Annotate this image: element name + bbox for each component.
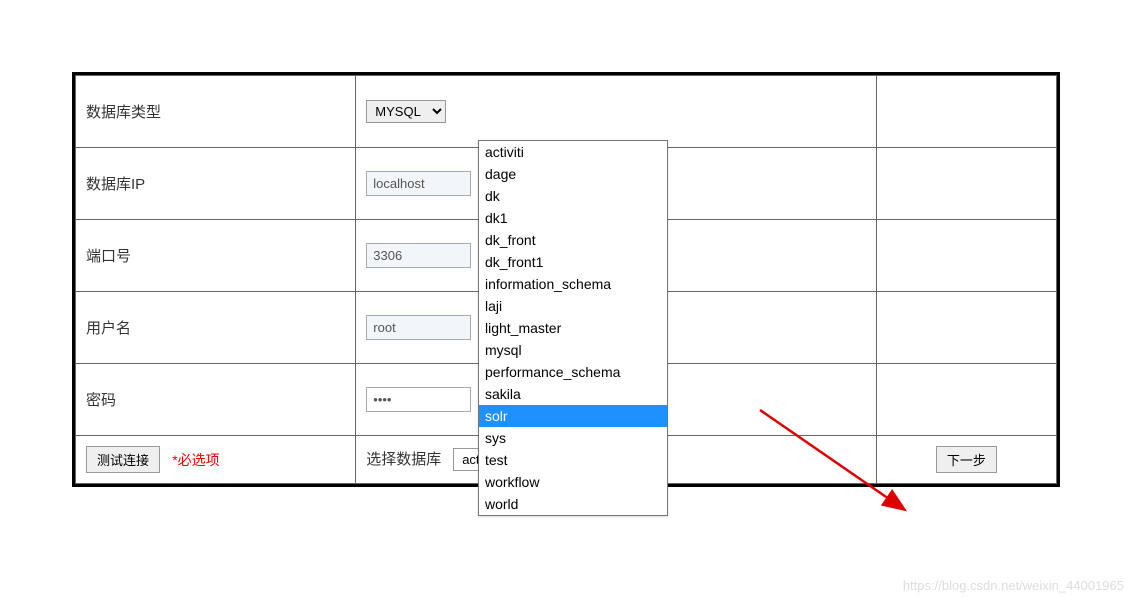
dropdown-option[interactable]: solr — [479, 405, 667, 427]
cell-db-type: MYSQL — [356, 76, 877, 148]
dropdown-option[interactable]: dage — [479, 163, 667, 185]
cell-test: 测试连接 *必选项 — [76, 436, 356, 484]
label-db-ip: 数据库IP — [76, 148, 356, 220]
dropdown-option[interactable]: mysql — [479, 339, 667, 361]
dropdown-option[interactable]: laji — [479, 295, 667, 317]
dropdown-option[interactable]: workflow — [479, 471, 667, 493]
cell-db-ip-action — [876, 148, 1056, 220]
label-port: 端口号 — [76, 220, 356, 292]
required-hint: *必选项 — [172, 452, 219, 468]
select-db-label: 选择数据库 — [366, 451, 441, 468]
test-connection-button[interactable]: 测试连接 — [86, 446, 160, 473]
watermark: https://blog.csdn.net/weixin_44001965 — [903, 578, 1124, 593]
label-username: 用户名 — [76, 292, 356, 364]
dropdown-option[interactable]: sakila — [479, 383, 667, 405]
db-ip-input[interactable] — [366, 171, 471, 196]
cell-port-action — [876, 220, 1056, 292]
db-type-select[interactable]: MYSQL — [366, 100, 446, 123]
cell-username-action — [876, 292, 1056, 364]
db-dropdown-list[interactable]: activitidagedkdk1dk_frontdk_front1inform… — [478, 140, 668, 516]
dropdown-option[interactable]: dk_front1 — [479, 251, 667, 273]
username-input[interactable] — [366, 315, 471, 340]
label-db-type: 数据库类型 — [76, 76, 356, 148]
next-button[interactable]: 下一步 — [936, 446, 997, 473]
dropdown-option[interactable]: activiti — [479, 141, 667, 163]
cell-password-action — [876, 364, 1056, 436]
cell-next: 下一步 — [876, 436, 1056, 484]
password-input[interactable] — [366, 387, 471, 412]
dropdown-option[interactable]: information_schema — [479, 273, 667, 295]
dropdown-option[interactable]: dk1 — [479, 207, 667, 229]
dropdown-option[interactable]: world — [479, 493, 667, 515]
dropdown-option[interactable]: dk_front — [479, 229, 667, 251]
cell-db-type-action — [876, 76, 1056, 148]
label-password: 密码 — [76, 364, 356, 436]
dropdown-option[interactable]: test — [479, 449, 667, 471]
dropdown-option[interactable]: dk — [479, 185, 667, 207]
port-input[interactable] — [366, 243, 471, 268]
dropdown-option[interactable]: light_master — [479, 317, 667, 339]
dropdown-option[interactable]: sys — [479, 427, 667, 449]
dropdown-option[interactable]: performance_schema — [479, 361, 667, 383]
row-db-type: 数据库类型 MYSQL — [76, 76, 1057, 148]
